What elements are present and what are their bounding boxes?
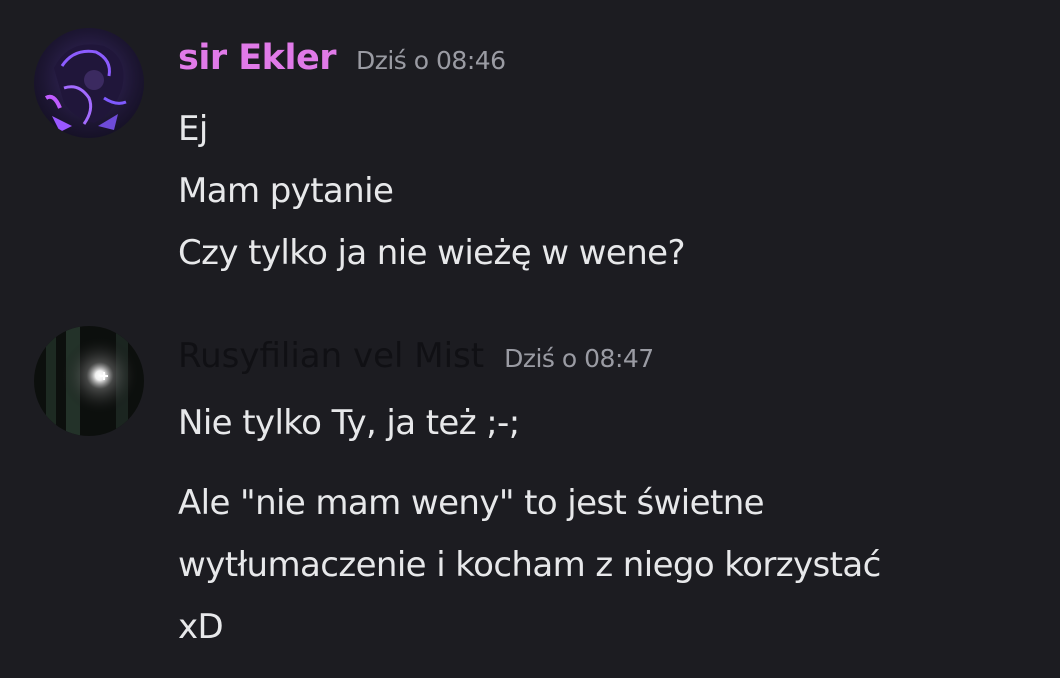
username[interactable]: sir Ekler: [178, 38, 336, 78]
message-line: Ej: [178, 109, 208, 149]
chat-message: sir Ekler Dziś o 08:46 Ej Mam pytanie Czy…: [0, 0, 1060, 300]
timestamp: Dziś o 08:47: [504, 344, 654, 373]
message-line: xD: [178, 607, 224, 647]
message-line: Ale "nie mam weny" to jest świetne: [178, 483, 765, 523]
message-line: wytłumaczenie i kocham z niego korzystać: [178, 545, 881, 585]
user-avatar[interactable]: [34, 326, 144, 436]
avatar-image: [34, 326, 144, 436]
username[interactable]: Rusyfilian vel Mist: [178, 336, 484, 376]
message-header: sir Ekler Dziś o 08:46: [178, 38, 506, 78]
message-content: Nie tylko Ty, ja też ;-; Ale "nie mam we…: [178, 392, 881, 658]
message-line: Mam pytanie: [178, 171, 394, 211]
chat-message: Rusyfilian vel Mist Dziś o 08:47 Nie tylk…: [0, 300, 1060, 678]
avatar-image: [34, 28, 144, 138]
message-line: Nie tylko Ty, ja też ;-;: [178, 403, 520, 443]
message-line: Czy tylko ja nie wieżę w wene?: [178, 233, 686, 273]
message-content: Ej Mam pytanie Czy tylko ja nie wieżę w …: [178, 98, 686, 284]
timestamp: Dziś o 08:46: [355, 46, 506, 75]
user-avatar[interactable]: [34, 28, 144, 138]
message-header: Rusyfilian vel Mist Dziś o 08:47: [178, 336, 654, 376]
